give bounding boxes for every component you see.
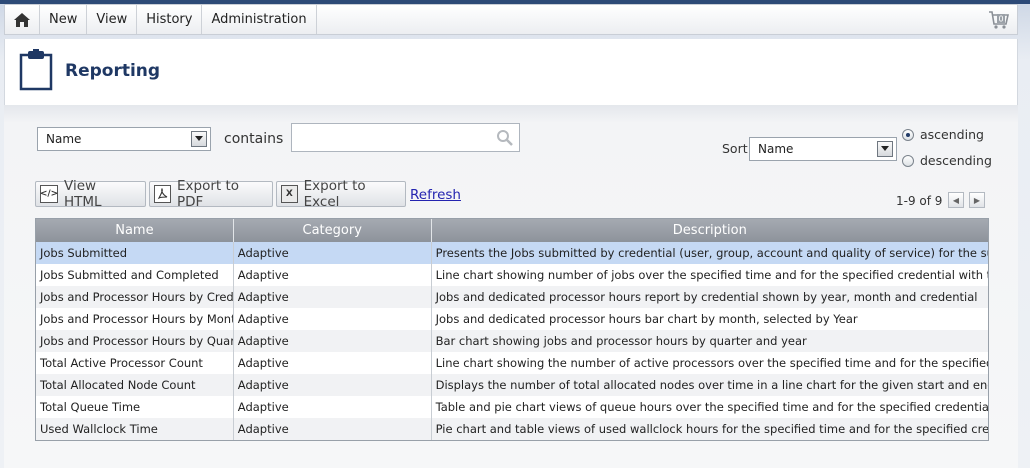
pager-prev-button[interactable]: ◀ xyxy=(948,192,964,208)
table-row[interactable]: Jobs and Processor Hours by Quarter Adapt… xyxy=(36,330,988,352)
cell-name: Used Wallclock Time xyxy=(36,418,234,440)
cell-description: Bar chart showing jobs and processor hou… xyxy=(435,334,807,348)
table-row[interactable]: Jobs Submitted Adaptive Presents the Jobs … xyxy=(36,242,988,264)
cell-name: Jobs Submitted xyxy=(36,242,234,264)
table-row[interactable]: Total Queue Time Adaptive Table and pie ch… xyxy=(36,396,988,418)
table-row[interactable]: Used Wallclock Time Adaptive Pie chart and… xyxy=(36,418,988,440)
cell-description: Pie chart and table views of used wallcl… xyxy=(435,422,988,436)
cell-description: Table and pie chart views of queue hours… xyxy=(435,400,988,414)
radio-unchecked-icon[interactable] xyxy=(902,154,914,167)
cell-name: Total Queue Time xyxy=(36,396,234,418)
table-row[interactable]: Jobs and Processor Hours by Month Adaptiv… xyxy=(36,308,988,330)
home-icon xyxy=(14,12,30,27)
cell-category: Adaptive xyxy=(234,330,432,352)
cell-category: Adaptive xyxy=(234,264,432,286)
page-header: Reporting xyxy=(4,39,1018,105)
cell-category: Adaptive xyxy=(234,418,432,440)
table-header: Name Category Description xyxy=(36,219,988,242)
sort-label: Sort xyxy=(722,141,748,156)
home-button[interactable] xyxy=(5,5,40,34)
view-html-button[interactable]: </> View HTML xyxy=(35,178,146,210)
reports-table: Name Category Description Jobs Submitted… xyxy=(35,218,989,441)
cell-description: Line chart showing number of jobs over t… xyxy=(435,268,988,282)
nav-history[interactable]: History xyxy=(137,5,203,34)
excel-icon: X xyxy=(281,185,298,203)
sort-select[interactable]: Name xyxy=(749,137,897,161)
export-excel-button[interactable]: X Export to Excel xyxy=(276,178,406,210)
cell-category: Adaptive xyxy=(234,308,432,330)
refresh-link[interactable]: Refresh xyxy=(410,187,461,203)
chevron-left-icon: ◀ xyxy=(952,195,960,205)
cell-description: Presents the Jobs submitted by credentia… xyxy=(435,246,988,260)
cell-description: Jobs and dedicated processor hours bar c… xyxy=(435,312,858,326)
content-area: Name contains Sort Name ascending descen… xyxy=(4,105,1018,468)
table-row[interactable]: Total Allocated Node Count Adaptive Displa… xyxy=(36,374,988,396)
pager-range: 1-9 of 9 xyxy=(896,194,943,208)
cell-category: Adaptive xyxy=(234,352,432,374)
export-excel-label: Export to Excel xyxy=(303,178,366,210)
cart-button[interactable]: 0 xyxy=(981,5,1017,34)
export-pdf-label: Export to PDF xyxy=(177,178,240,210)
cell-category: Adaptive xyxy=(234,286,432,308)
cell-description: Jobs and dedicated processor hours repor… xyxy=(435,290,978,304)
table-row[interactable]: Total Active Processor Count Adaptive Line… xyxy=(36,352,988,374)
view-html-label: View HTML xyxy=(64,178,102,210)
chevron-down-icon xyxy=(191,131,207,147)
cell-name: Jobs and Processor Hours by Quarter xyxy=(36,330,234,352)
search-input[interactable] xyxy=(292,124,492,151)
table-body: Jobs Submitted Adaptive Presents the Jobs … xyxy=(36,242,988,440)
cart-count: 0 xyxy=(998,14,1003,23)
chevron-down-icon xyxy=(877,141,893,157)
pdf-icon xyxy=(154,185,172,203)
sort-descending-radio[interactable]: descending xyxy=(902,153,992,168)
html-icon: </> xyxy=(40,185,58,203)
table-row[interactable]: Jobs Submitted and Completed Adaptive Line… xyxy=(36,264,988,286)
sort-descending-label: descending xyxy=(920,153,992,168)
cell-name: Jobs and Processor Hours by Month xyxy=(36,308,234,330)
radio-checked-icon[interactable] xyxy=(902,128,914,141)
cell-category: Adaptive xyxy=(234,242,432,264)
sort-ascending-radio[interactable]: ascending xyxy=(902,127,984,142)
column-header-description[interactable]: Description xyxy=(432,219,988,242)
column-header-category[interactable]: Category xyxy=(234,219,432,242)
nav-view[interactable]: View xyxy=(87,5,138,34)
cell-description: Displays the number of total allocated n… xyxy=(435,378,988,392)
cell-description: Line chart showing the number of active … xyxy=(435,356,988,370)
column-header-name[interactable]: Name xyxy=(36,219,234,242)
sort-ascending-label: ascending xyxy=(920,127,984,142)
nav-administration[interactable]: Administration xyxy=(202,5,317,34)
pager-next-button[interactable]: ▶ xyxy=(969,192,985,208)
nav-new[interactable]: New xyxy=(40,5,88,34)
operator-label: contains xyxy=(224,131,284,147)
cell-name: Total Allocated Node Count xyxy=(36,374,234,396)
cell-name: Jobs Submitted and Completed xyxy=(36,264,234,286)
export-pdf-button[interactable]: Export to PDF xyxy=(149,178,273,210)
cell-name: Jobs and Processor Hours by Credential xyxy=(36,286,234,308)
cart-icon: 0 xyxy=(989,10,1009,29)
sort-select-value: Name xyxy=(758,142,794,156)
top-nav: New View History Administration 0 xyxy=(4,4,1018,35)
page-title: Reporting xyxy=(65,61,161,81)
search-field[interactable] xyxy=(291,123,520,152)
clipboard-icon xyxy=(19,49,53,91)
cell-category: Adaptive xyxy=(234,396,432,418)
cell-name: Total Active Processor Count xyxy=(36,352,234,374)
chevron-right-icon: ▶ xyxy=(973,195,981,205)
search-icon[interactable] xyxy=(496,129,514,147)
filter-field-value: Name xyxy=(46,132,82,146)
cell-category: Adaptive xyxy=(234,374,432,396)
table-row[interactable]: Jobs and Processor Hours by CredentialAd… xyxy=(36,286,988,308)
filter-field-select[interactable]: Name xyxy=(37,127,211,151)
